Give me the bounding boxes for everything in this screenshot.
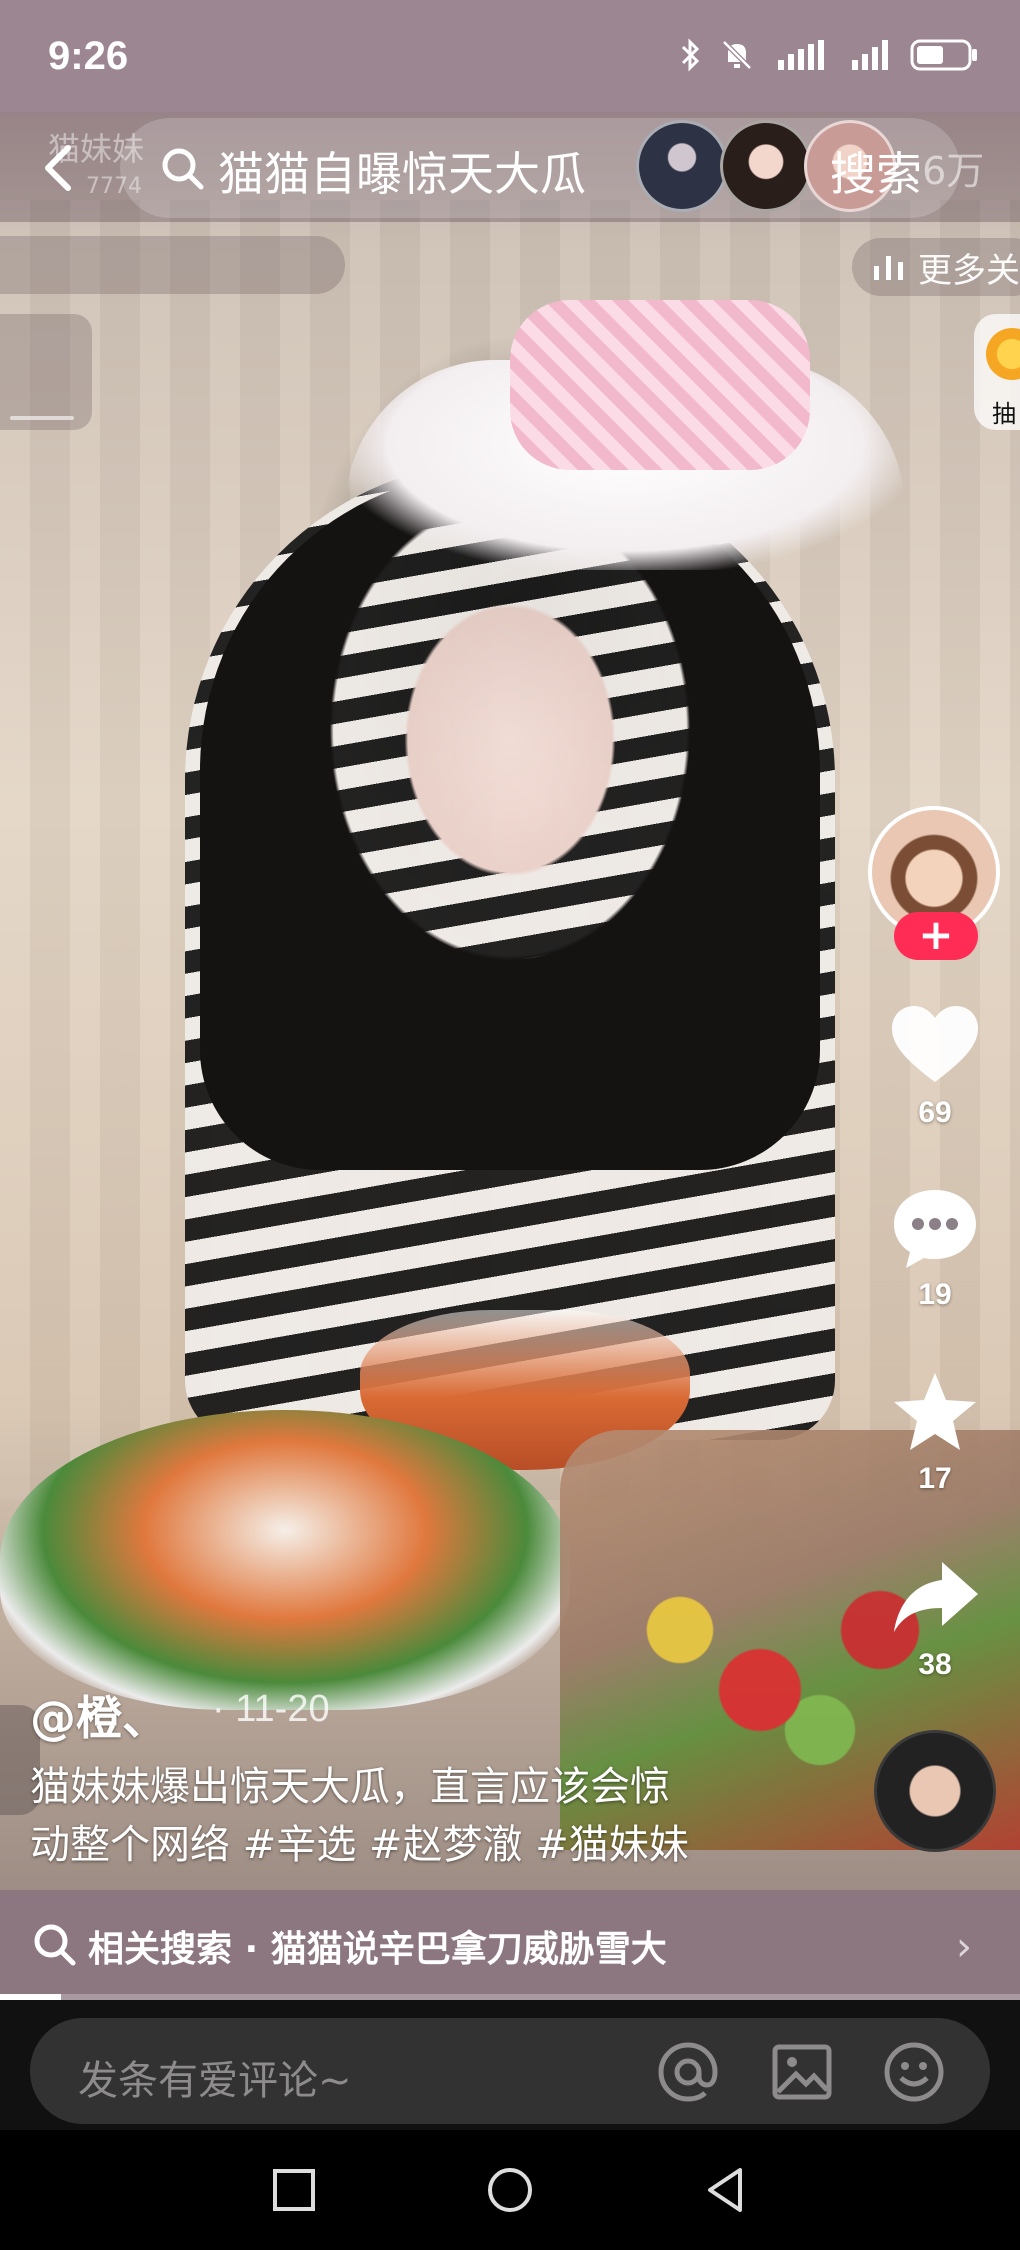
search-icon <box>160 146 206 192</box>
wifi-signal-icon <box>850 38 892 76</box>
more-live-button[interactable]: 更多关 <box>852 238 1020 296</box>
pink-bow <box>510 300 810 470</box>
mute-icon <box>720 38 754 76</box>
chevron-right-icon[interactable]: › <box>956 1924 972 1970</box>
at-mention-icon[interactable] <box>656 2040 720 2104</box>
hashtag-maomeimei[interactable]: #猫妹妹 <box>535 1822 689 1868</box>
signal-icon <box>772 38 832 76</box>
search-button[interactable]: 搜索 <box>830 138 922 204</box>
status-bar: 9:26 <box>0 0 1020 112</box>
favorite-button[interactable]: 17 <box>880 1370 990 1496</box>
back-triangle-icon[interactable] <box>696 2160 756 2220</box>
more-live-label: 更多关 <box>918 250 1020 291</box>
back-arrow-icon <box>45 145 71 191</box>
share-button[interactable]: 38 <box>880 1556 990 1682</box>
status-icons <box>680 38 980 76</box>
lottery-badge[interactable]: 抽 <box>974 314 1020 430</box>
bluetooth-icon <box>680 38 702 76</box>
home-icon[interactable] <box>480 2160 540 2220</box>
viewer-avatar[interactable] <box>720 120 812 212</box>
gift-card-progress <box>10 416 74 420</box>
like-count: 69 <box>918 1096 952 1129</box>
recent-apps-icon[interactable] <box>264 2160 324 2220</box>
caption-line-2-text: 动整个网络 <box>30 1822 230 1868</box>
hashtag-zhaomengche[interactable]: #赵梦澈 <box>369 1822 523 1868</box>
back-button[interactable] <box>30 138 90 198</box>
star-icon <box>894 1373 976 1450</box>
crab-plate <box>0 1410 570 1710</box>
status-time: 9:26 <box>48 34 129 78</box>
streamer-hair <box>200 470 820 1170</box>
comment-count: 19 <box>918 1278 952 1311</box>
comment-bubble-icon <box>894 1190 976 1268</box>
battery-icon <box>910 38 980 76</box>
gift-card[interactable] <box>0 314 92 430</box>
comment-button[interactable]: 19 <box>880 1186 990 1312</box>
caption-author[interactable]: @橙、 <box>30 1682 168 1748</box>
caption-line-1: 猫妹妹爆出惊天大瓜，直言应该会惊 <box>30 1764 670 1810</box>
hashtag-xinxuan[interactable]: #辛选 <box>243 1822 357 1868</box>
caption-date: · 11-20 <box>212 1688 330 1730</box>
share-arrow-icon <box>894 1562 978 1632</box>
heart-icon <box>892 1006 978 1082</box>
follow-button[interactable]: + <box>894 912 978 960</box>
music-disc[interactable] <box>874 1730 996 1852</box>
coin-icon <box>986 328 1020 380</box>
related-search-text[interactable]: 相关搜索 · 猫猫说辛巴拿刀威胁雪大 <box>88 1920 667 1972</box>
bar-chart-icon <box>874 256 903 280</box>
like-button[interactable]: 69 <box>880 1004 990 1130</box>
lottery-label: 抽 <box>992 400 1016 428</box>
viewer-avatar[interactable] <box>636 120 728 212</box>
live-comment-strip <box>0 236 345 294</box>
search-query[interactable]: 猫猫自曝惊天大瓜 <box>218 138 586 204</box>
search-icon <box>32 1922 78 1968</box>
favorite-count: 17 <box>918 1462 952 1495</box>
image-picker-icon[interactable] <box>770 2040 834 2104</box>
share-count: 38 <box>918 1648 952 1681</box>
comment-placeholder[interactable]: 发条有爱评论~ <box>78 2048 352 2106</box>
emoji-icon[interactable] <box>882 2040 946 2104</box>
